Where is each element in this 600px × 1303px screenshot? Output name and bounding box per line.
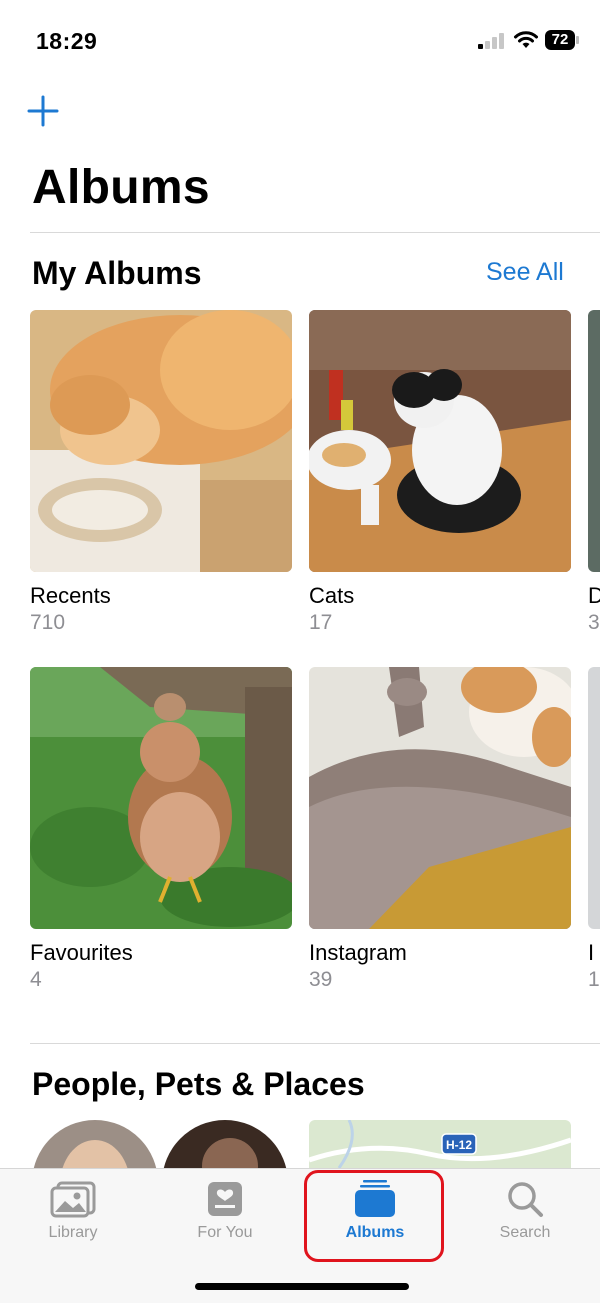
- album-name: Favourites: [30, 940, 133, 965]
- album-partial[interactable]: D 3: [588, 310, 600, 640]
- battery-level: 72: [545, 30, 575, 50]
- album-count: 39: [309, 968, 333, 991]
- album-favourites[interactable]: Favourites 4: [30, 667, 292, 993]
- status-time: 18:29: [36, 28, 98, 54]
- tab-search[interactable]: Search: [465, 1180, 585, 1242]
- divider: [30, 232, 600, 233]
- tab-for-you[interactable]: For You: [165, 1180, 285, 1242]
- library-icon: [50, 1181, 96, 1218]
- battery-icon: 72: [545, 30, 579, 52]
- wifi-icon: [514, 31, 538, 48]
- home-indicator[interactable]: [195, 1283, 409, 1290]
- map-road-label: H-12: [446, 1138, 472, 1152]
- for-you-icon: [208, 1182, 242, 1216]
- album-count: 3: [588, 611, 600, 634]
- album-name: Cats: [309, 583, 355, 608]
- album-name: D: [588, 583, 600, 608]
- page-title: Albums: [32, 161, 210, 214]
- tab-library[interactable]: Library: [13, 1180, 133, 1242]
- divider: [30, 1043, 600, 1044]
- album-count: 710: [30, 611, 66, 634]
- album-instagram[interactable]: Instagram 39: [309, 667, 571, 993]
- add-album-button[interactable]: [26, 94, 60, 128]
- album-name: I: [588, 940, 595, 965]
- search-icon: [508, 1182, 543, 1217]
- album-partial[interactable]: I 1: [588, 667, 600, 997]
- album-recents[interactable]: Recents 710: [30, 310, 292, 636]
- status-bar: 18:29 72: [0, 0, 600, 80]
- tab-label: For You: [197, 1224, 253, 1241]
- album-name: Recents: [30, 583, 111, 608]
- pet-avatar[interactable]: [162, 1120, 288, 1168]
- tab-label: Search: [499, 1224, 551, 1241]
- tab-label: Library: [48, 1224, 98, 1241]
- album-thumbnail: [30, 667, 292, 929]
- see-all-link[interactable]: See All: [486, 258, 564, 287]
- album-name: Instagram: [309, 940, 407, 965]
- places-map[interactable]: H-12: [309, 1120, 571, 1168]
- album-count: 17: [309, 611, 333, 634]
- highlight-annotation: [304, 1170, 444, 1262]
- album-count: 1: [588, 968, 600, 991]
- album-thumbnail: [30, 310, 292, 572]
- album-thumbnail: [588, 310, 600, 572]
- album-cats[interactable]: Cats 17: [309, 310, 571, 636]
- album-thumbnail: [588, 667, 600, 929]
- album-thumbnail: [309, 667, 571, 929]
- album-count: 4: [30, 968, 42, 991]
- cellular-signal-icon: [478, 33, 504, 49]
- section-title-my-albums: My Albums: [32, 255, 202, 291]
- section-title-people-places: People, Pets & Places: [32, 1066, 365, 1102]
- person-avatar[interactable]: [32, 1120, 158, 1168]
- album-thumbnail: [309, 310, 571, 572]
